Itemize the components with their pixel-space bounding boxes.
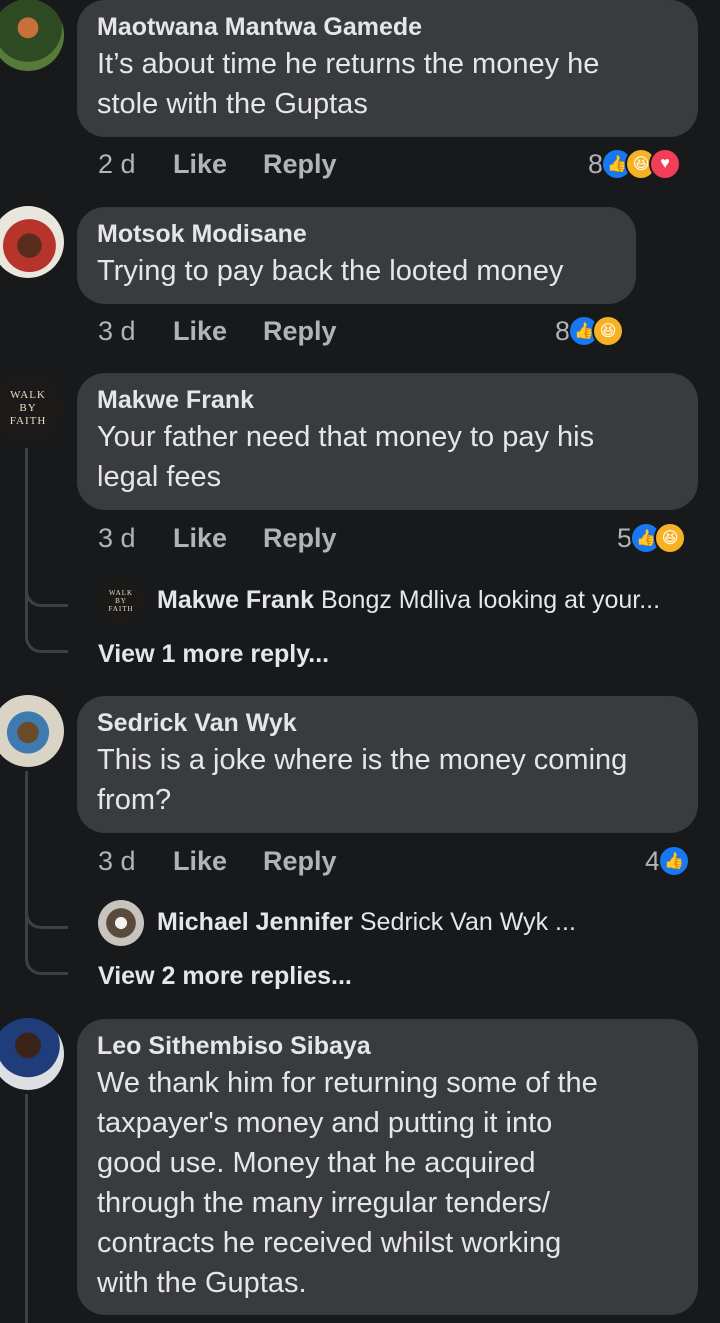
reply-branch-line	[25, 904, 68, 929]
comment-actions: 2 d Like Reply	[98, 149, 337, 180]
comment-actions: 3 d Like Reply	[98, 316, 337, 347]
reaction-summary[interactable]: 8 👍 😆 ♥	[588, 148, 682, 180]
haha-icon: 😆	[654, 522, 687, 554]
commenter-name[interactable]: Maotwana Mantwa Gamede	[97, 10, 678, 44]
comment-bubble: Makwe Frank Your father need that money …	[77, 373, 698, 510]
comment-text-line: stole with the Guptas	[97, 88, 368, 120]
timestamp[interactable]: 3 d	[98, 846, 173, 877]
commenter-name[interactable]: Leo Sithembiso Sibaya	[97, 1029, 678, 1063]
comment-bubble: Maotwana Mantwa Gamede It’s about time h…	[77, 0, 698, 137]
thread-line	[25, 448, 28, 630]
avatar[interactable]	[0, 695, 64, 767]
commenter-name[interactable]: Motsok Modisane	[97, 217, 616, 251]
reply-author[interactable]: Michael Jennifer	[157, 908, 353, 936]
comment-text-line: good use. Money that he acquired	[97, 1147, 536, 1179]
comment-text-line: It’s about time he returns the money he	[97, 48, 600, 80]
view-more-replies[interactable]: View 2 more replies...	[98, 962, 352, 991]
reply-branch-line	[25, 582, 68, 607]
reply-avatar[interactable]: WALK BY FAITH	[98, 578, 144, 624]
timestamp[interactable]: 3 d	[98, 316, 173, 347]
walk-by-faith-logo: WALK BY FAITH	[9, 388, 47, 427]
timestamp[interactable]: 3 d	[98, 523, 173, 554]
reaction-summary[interactable]: 8 👍 😆	[555, 315, 625, 347]
reply-text: Sedrick Van Wyk ...	[359, 908, 576, 936]
heart-icon: ♥	[649, 148, 682, 180]
reply-preview[interactable]: Makwe Frank Bongz Mdliva looking at your…	[157, 586, 660, 615]
like-button[interactable]: Like	[173, 523, 263, 554]
comment-text-line: taxpayer's money and putting it into	[97, 1107, 553, 1139]
comment-actions: 3 d Like Reply	[98, 523, 337, 554]
reaction-summary[interactable]: 4 👍	[645, 845, 691, 877]
comment-bubble: Motsok Modisane Trying to pay back the l…	[77, 207, 636, 304]
thread-line	[25, 1094, 28, 1323]
comment-text-line: with the Guptas.	[97, 1267, 307, 1299]
reply-branch-line	[25, 628, 68, 653]
reply-button[interactable]: Reply	[263, 523, 337, 554]
comment-text-line: from?	[97, 784, 172, 816]
commenter-name[interactable]: Makwe Frank	[97, 383, 678, 417]
reply-text: Bongz Mdliva looking at your...	[320, 586, 661, 614]
reply-avatar[interactable]	[98, 900, 144, 946]
commenter-name[interactable]: Sedrick Van Wyk	[97, 706, 678, 740]
thread-line	[25, 771, 28, 954]
like-button[interactable]: Like	[173, 846, 263, 877]
avatar[interactable]	[0, 206, 64, 278]
like-button[interactable]: Like	[173, 149, 263, 180]
comment-text-line: through the many irregular tenders/	[97, 1187, 550, 1219]
haha-icon: 😆	[592, 315, 625, 347]
like-button[interactable]: Like	[173, 316, 263, 347]
reply-preview[interactable]: Michael Jennifer Sedrick Van Wyk ...	[157, 908, 576, 937]
comment-text-line: Your father need that money to pay his	[97, 421, 595, 453]
avatar[interactable]	[0, 0, 64, 71]
reply-button[interactable]: Reply	[263, 149, 337, 180]
timestamp[interactable]: 2 d	[98, 149, 173, 180]
comment-actions: 3 d Like Reply	[98, 846, 337, 877]
comment-text-line: legal fees	[97, 461, 222, 493]
comment-text-line: This is a joke where is the money coming	[97, 744, 628, 776]
reply-branch-line	[25, 950, 68, 975]
reply-button[interactable]: Reply	[263, 316, 337, 347]
reply-button[interactable]: Reply	[263, 846, 337, 877]
reply-author[interactable]: Makwe Frank	[157, 586, 314, 614]
comment-text-line: We thank him for returning some of the	[97, 1067, 598, 1099]
comment-bubble: Sedrick Van Wyk This is a joke where is …	[77, 696, 698, 833]
thumbs-up-icon: 👍	[658, 845, 691, 877]
comment-text-line: contracts he received whilst working	[97, 1227, 562, 1259]
reaction-summary[interactable]: 5 👍 😆	[617, 522, 687, 554]
avatar[interactable]: WALK BY FAITH	[0, 372, 64, 444]
comment-text-line: Trying to pay back the looted money	[97, 255, 564, 287]
avatar[interactable]	[0, 1018, 64, 1090]
comment-bubble: Leo Sithembiso Sibaya We thank him for r…	[77, 1019, 698, 1315]
walk-by-faith-logo: WALK BY FAITH	[108, 589, 134, 613]
view-more-replies[interactable]: View 1 more reply...	[98, 640, 329, 669]
